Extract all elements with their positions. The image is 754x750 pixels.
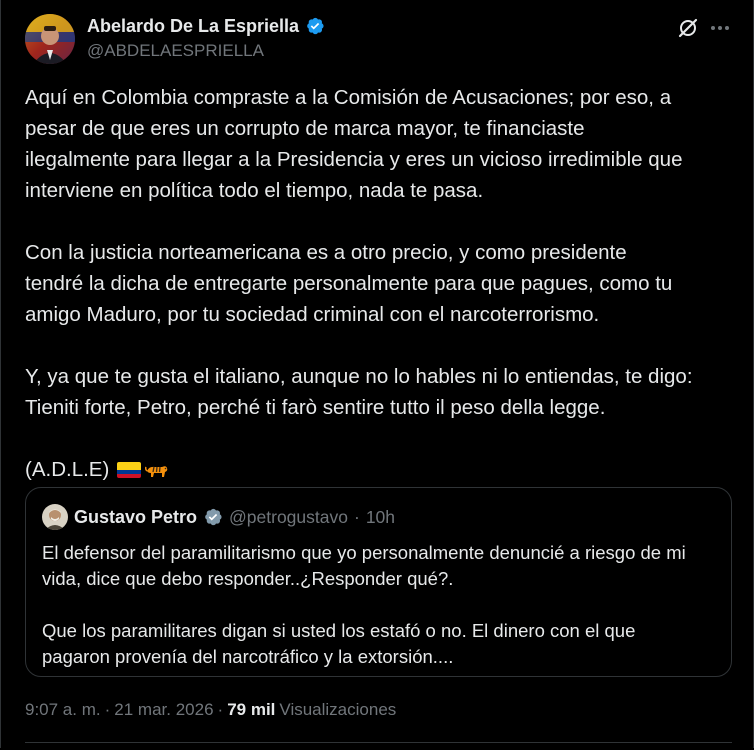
quoted-line: El defensor del paramilitarismo que yo p…: [42, 542, 686, 563]
more-dot: [725, 26, 729, 30]
quoted-author-avatar[interactable]: [42, 504, 68, 530]
tweet-signature-line: (A.D.L.E): [25, 454, 735, 485]
meta-separator: ·: [217, 700, 224, 719]
tweet-line: Y, ya que te gusta el italiano, aunque n…: [25, 365, 693, 388]
quoted-line: vida, dice que debo responder..¿Responde…: [42, 568, 454, 589]
meta-separator: ·: [104, 700, 111, 719]
tweet-time[interactable]: 9:07 a. m.: [25, 700, 101, 720]
tweet-line: tendré la dicha de entregarte personalme…: [25, 272, 673, 295]
verified-badge-icon[interactable]: [305, 16, 325, 36]
tweet-paragraph: Y, ya que te gusta el italiano, aunque n…: [25, 361, 735, 423]
quoted-tweet-header: Gustavo Petro @petrogustavo · 10h: [42, 504, 395, 530]
quoted-tweet-text: El defensor del paramilitarismo que yo p…: [42, 540, 722, 670]
quoted-line: pagaron provenía del narcotráfico y la e…: [42, 646, 454, 667]
tweet-line: ilegalmente para llegar a la Presidencia…: [25, 148, 683, 171]
tweet-paragraph: Con la justicia norteamericana es a otro…: [25, 237, 735, 330]
more-icon[interactable]: [707, 16, 733, 40]
avatar-photo: [42, 504, 68, 530]
more-dot: [711, 26, 715, 30]
more-dot: [718, 26, 722, 30]
tweet-paragraph: Aquí en Colombia compraste a la Comisión…: [25, 82, 735, 206]
tweet-line: Con la justicia norteamericana es a otro…: [25, 241, 627, 264]
tweet-signature: (A.D.L.E): [25, 458, 110, 481]
views-label: Visualizaciones: [279, 700, 397, 719]
tweet-metadata: 9:07 a. m. · 21 mar. 2026 · 79 mil Visua…: [25, 700, 396, 720]
views-count: 79 mil: [227, 700, 276, 719]
quoted-tweet[interactable]: Gustavo Petro @petrogustavo · 10h El def…: [25, 487, 732, 677]
grok-icon[interactable]: [676, 16, 700, 40]
quoted-paragraph: El defensor del paramilitarismo que yo p…: [42, 540, 722, 592]
tweet-line: pesar de que eres un corrupto de marca m…: [25, 117, 585, 140]
meta-separator: ·: [353, 506, 360, 527]
tweet-text: Aquí en Colombia compraste a la Comisión…: [25, 82, 735, 485]
author-avatar[interactable]: [25, 14, 75, 64]
tweet-date[interactable]: 21 mar. 2026: [114, 700, 213, 720]
quoted-author-name[interactable]: Gustavo Petro: [74, 507, 197, 528]
author-handle[interactable]: @ABDELAESPRIELLA: [87, 41, 264, 61]
tweet-line: amigo Maduro, por tu sociedad criminal c…: [25, 303, 600, 326]
tiger-icon: [145, 465, 168, 477]
verified-badge-icon[interactable]: [203, 507, 223, 527]
quoted-timestamp[interactable]: 10h: [366, 507, 395, 528]
author-name[interactable]: Abelardo De La Espriella: [87, 16, 299, 37]
tweet-line: Aquí en Colombia compraste a la Comisión…: [25, 86, 672, 109]
quoted-line: Que los paramilitares digan si usted los…: [42, 620, 636, 641]
tweet-card: Abelardo De La Espriella @ABDELAESPRIELL…: [0, 0, 754, 748]
flag-colombia-icon: [117, 461, 142, 478]
avatar-photo: [25, 14, 75, 64]
tweet-line: interviene en política todo el tiempo, n…: [25, 179, 484, 202]
tweet-line: Tieniti forte, Petro, perché ti farò sen…: [25, 396, 606, 419]
divider: [25, 742, 732, 743]
author-name-row: Abelardo De La Espriella: [87, 14, 325, 38]
quoted-author-handle[interactable]: @petrogustavo: [229, 507, 348, 528]
quoted-paragraph: Que los paramilitares digan si usted los…: [42, 618, 722, 670]
